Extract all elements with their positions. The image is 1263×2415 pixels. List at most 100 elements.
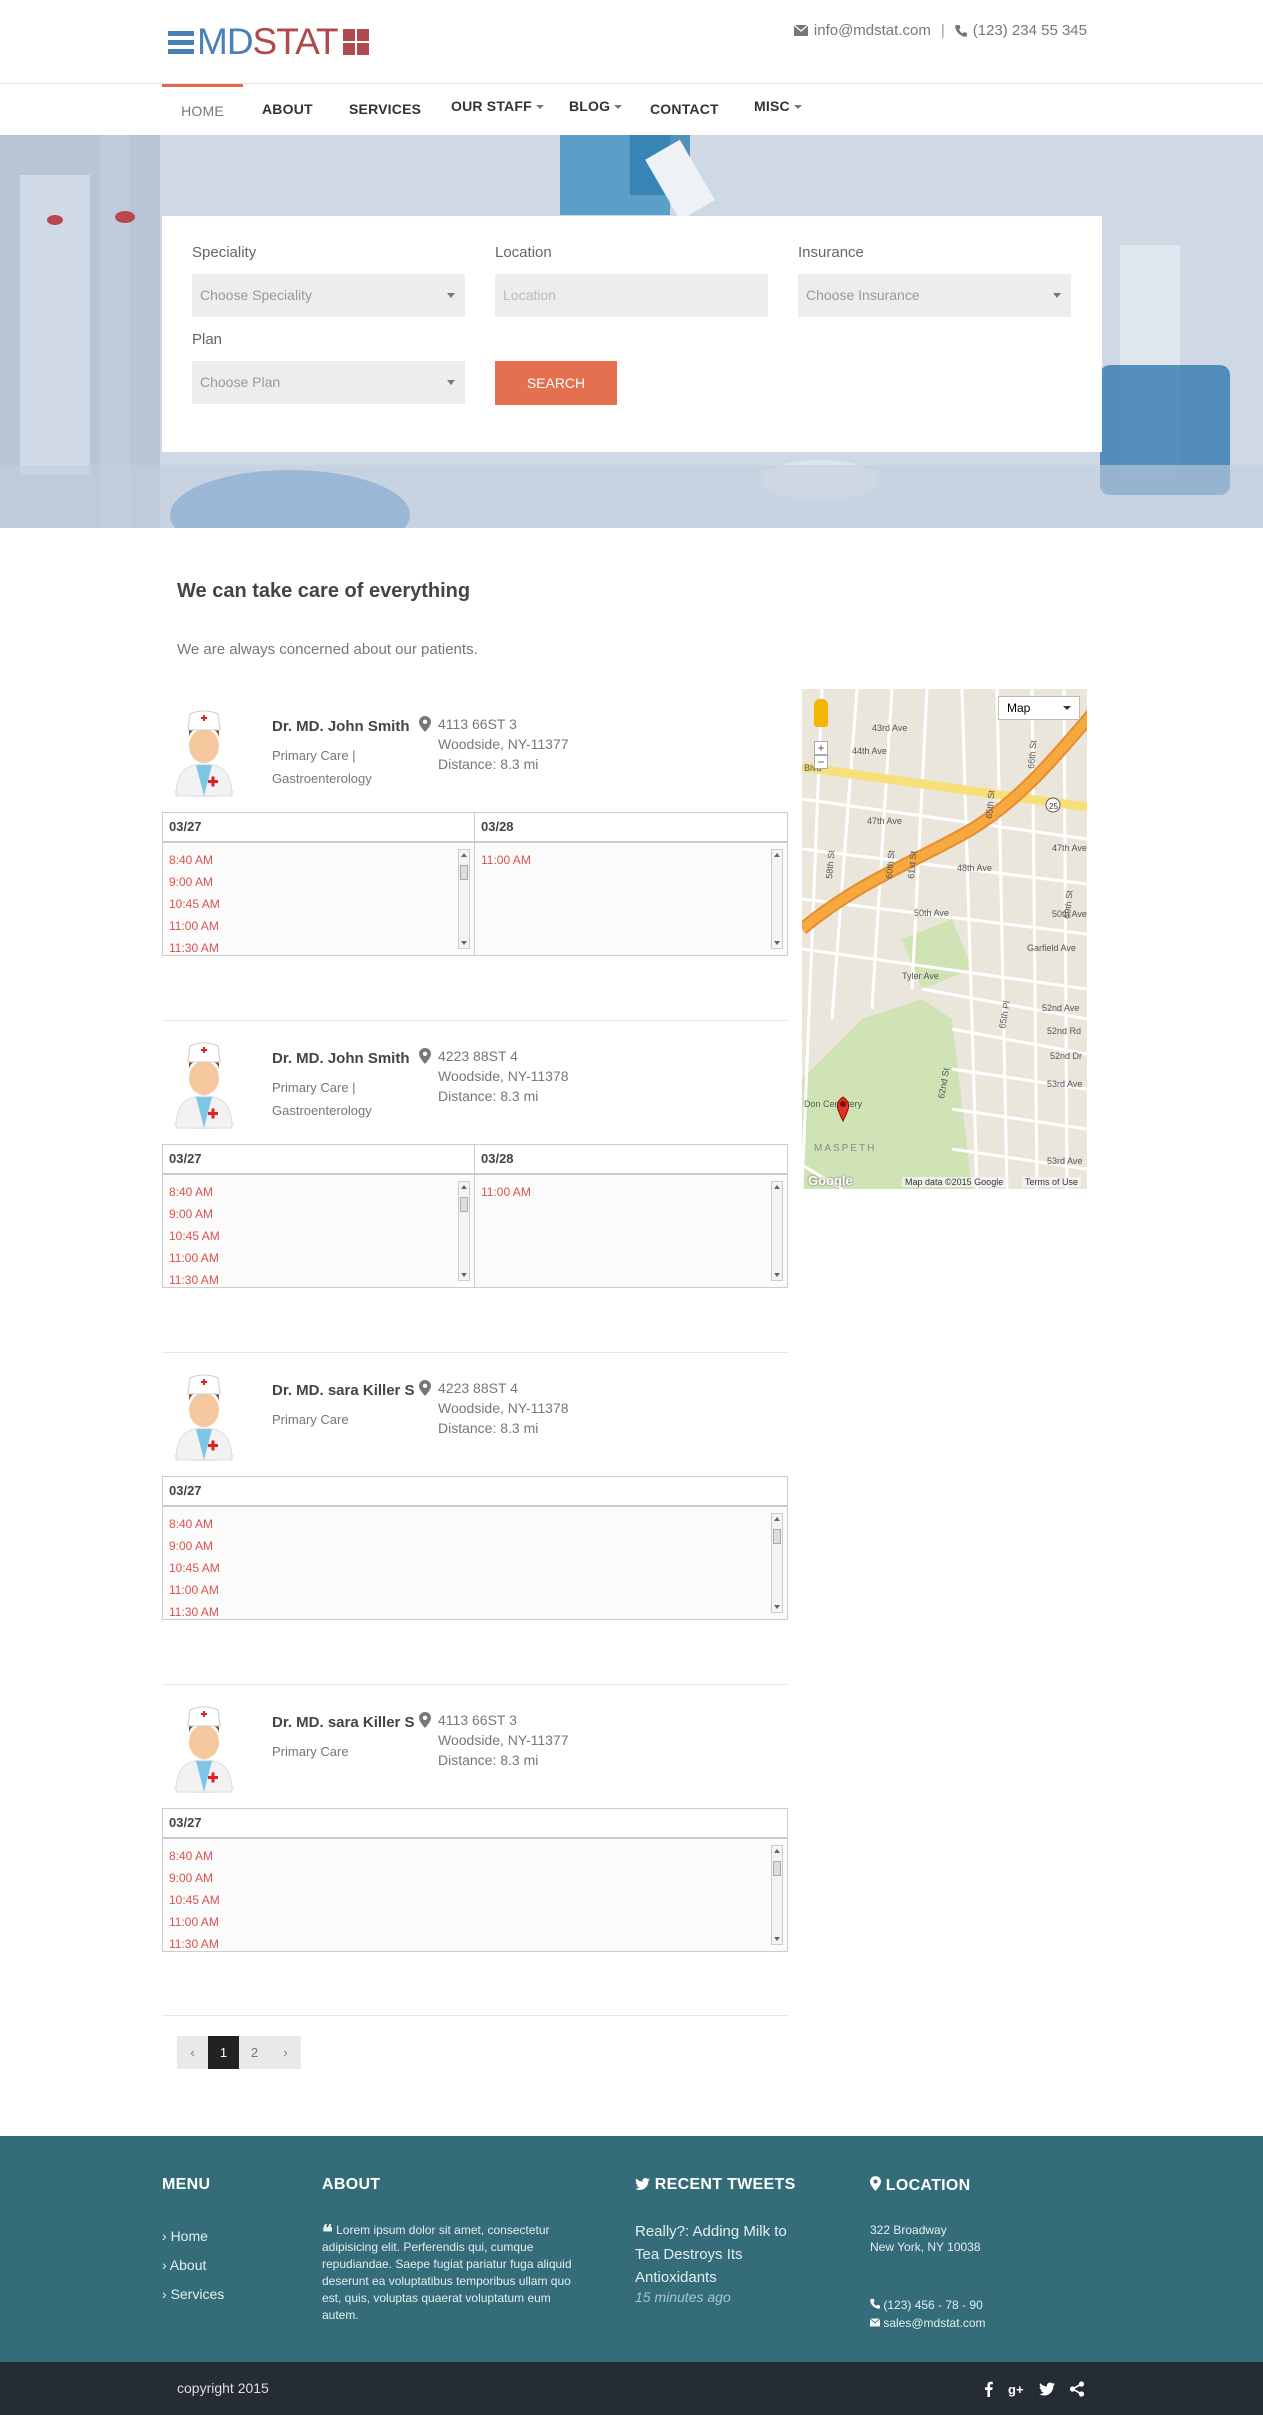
time-slot-list[interactable]: 8:40 AM 9:00 AM 10:45 AM 11:00 AM 11:30 AM: [163, 1839, 787, 1951]
time-slot[interactable]: 10:45 AM: [169, 1225, 468, 1247]
time-slot[interactable]: 11:30 AM: [169, 937, 468, 955]
scroll-up-arrow-icon[interactable]: [774, 1849, 780, 1853]
scrollbar[interactable]: [771, 1181, 783, 1281]
scrollbar[interactable]: [458, 849, 470, 949]
time-slot[interactable]: 9:00 AM: [169, 1867, 781, 1889]
time-slot[interactable]: 11:00 AM: [481, 1181, 781, 1203]
insurance-select[interactable]: Choose Insurance: [798, 274, 1071, 317]
footer-menu-about[interactable]: › About: [162, 2251, 224, 2280]
time-slot[interactable]: 8:40 AM: [169, 1513, 781, 1535]
speciality-select[interactable]: Choose Speciality: [192, 274, 465, 317]
time-slot[interactable]: 11:00 AM: [169, 915, 468, 937]
doctor-specialty: Primary Care: [272, 1408, 392, 1431]
nav-home[interactable]: HOME: [162, 84, 243, 135]
mdstat-logo[interactable]: MD STAT: [168, 23, 369, 60]
tweet-text[interactable]: Really?: Adding Milk to Tea Destroys Its…: [635, 2220, 805, 2289]
facebook-icon[interactable]: [981, 2381, 997, 2397]
time-slot[interactable]: 9:00 AM: [169, 871, 468, 893]
zoom-in-button[interactable]: +: [814, 741, 828, 755]
nav-about[interactable]: ABOUT: [262, 84, 313, 135]
site-footer: MENU › Home › About › Services ABOUT ❝ L…: [0, 2136, 1263, 2362]
time-slot[interactable]: 11:00 AM: [169, 1579, 781, 1601]
time-slot-list[interactable]: 8:40 AM 9:00 AM 10:45 AM 11:00 AM 11:30 AM: [163, 843, 474, 955]
map-terms-link[interactable]: Terms of Use: [1022, 1177, 1082, 1187]
header-phone[interactable]: (123) 234 55 345: [973, 22, 1087, 39]
time-slot[interactable]: 10:45 AM: [169, 1557, 781, 1579]
scroll-up-arrow-icon[interactable]: [774, 1185, 780, 1189]
map-label-43rd: 43rd Ave: [872, 723, 907, 733]
time-slot[interactable]: 11:00 AM: [481, 849, 781, 871]
footer-phone[interactable]: (123) 456 - 78 - 90: [883, 2298, 982, 2312]
pagination-page-1[interactable]: 1: [208, 2036, 239, 2069]
plan-select[interactable]: Choose Plan: [192, 361, 465, 404]
doctor-specialty: Primary Care | Gastroenterology: [272, 744, 392, 790]
time-slot[interactable]: 10:45 AM: [169, 893, 468, 915]
scroll-down-arrow-icon[interactable]: [461, 1273, 467, 1277]
search-button[interactable]: SEARCH: [495, 361, 617, 405]
time-slot[interactable]: 11:30 AM: [169, 1601, 781, 1619]
pagination: ‹ 1 2 ›: [177, 2036, 301, 2069]
doctor-name[interactable]: Dr. MD. sara Killer S: [272, 1382, 415, 1399]
nav-blog[interactable]: BLOG: [569, 81, 623, 132]
scrollbar[interactable]: [771, 1845, 783, 1945]
scrollbar[interactable]: [771, 1513, 783, 1613]
location-map[interactable]: 25 Blvd 44th Ave 43rd Ave 47th Ave 48th …: [802, 689, 1087, 1189]
divider: [162, 1020, 788, 1021]
time-slot[interactable]: 9:00 AM: [169, 1535, 781, 1557]
time-slot[interactable]: 8:40 AM: [169, 1845, 781, 1867]
time-slot[interactable]: 11:30 AM: [169, 1269, 468, 1287]
dropdown-caret-icon: [1063, 706, 1071, 710]
twitter-icon[interactable]: [1039, 2381, 1055, 2397]
doctor-name[interactable]: Dr. MD. John Smith: [272, 718, 410, 735]
time-slot[interactable]: 9:00 AM: [169, 1203, 468, 1225]
nav-services[interactable]: SERVICES: [349, 84, 421, 135]
footer-address: 322 Broadway New York, NY 10038: [870, 2222, 981, 2256]
time-slot[interactable]: 10:45 AM: [169, 1889, 781, 1911]
footer-menu-home[interactable]: › Home: [162, 2222, 224, 2251]
scrollbar[interactable]: [458, 1181, 470, 1281]
nav-contact[interactable]: CONTACT: [650, 84, 719, 135]
scroll-down-arrow-icon[interactable]: [461, 941, 467, 945]
doctor-name[interactable]: Dr. MD. John Smith: [272, 1050, 410, 1067]
scroll-down-arrow-icon[interactable]: [774, 1605, 780, 1609]
scrollbar[interactable]: [771, 849, 783, 949]
scroll-up-arrow-icon[interactable]: [461, 1185, 467, 1189]
time-slot[interactable]: 8:40 AM: [169, 849, 468, 871]
time-slot[interactable]: 11:00 AM: [169, 1247, 468, 1269]
scroll-thumb[interactable]: [773, 1529, 781, 1544]
footer-address-line1: 322 Broadway: [870, 2223, 947, 2237]
pagination-next[interactable]: ›: [270, 2036, 301, 2069]
time-slot-list[interactable]: 11:00 AM: [475, 1175, 787, 1287]
footer-email[interactable]: sales@mdstat.com: [883, 2316, 985, 2330]
scroll-up-arrow-icon[interactable]: [461, 853, 467, 857]
google-plus-icon[interactable]: g+: [1008, 2381, 1024, 2397]
nav-our-staff[interactable]: OUR STAFF: [451, 81, 544, 132]
pagination-prev[interactable]: ‹: [177, 2036, 208, 2069]
time-slot[interactable]: 8:40 AM: [169, 1181, 468, 1203]
scroll-thumb[interactable]: [460, 1197, 468, 1212]
schedule-date: 03/27: [163, 813, 474, 843]
share-icon[interactable]: [1069, 2381, 1085, 2397]
zoom-out-button[interactable]: −: [814, 755, 828, 769]
header-email[interactable]: info@mdstat.com: [814, 22, 931, 39]
nav-misc[interactable]: MISC: [754, 81, 802, 132]
time-slot[interactable]: 11:00 AM: [169, 1911, 781, 1933]
scroll-down-arrow-icon[interactable]: [774, 1937, 780, 1941]
scroll-thumb[interactable]: [460, 865, 468, 880]
scroll-down-arrow-icon[interactable]: [774, 1273, 780, 1277]
footer-menu-services[interactable]: › Services: [162, 2280, 224, 2309]
doctor-name[interactable]: Dr. MD. sara Killer S: [272, 1714, 415, 1731]
location-input[interactable]: Location: [495, 274, 768, 317]
scroll-down-arrow-icon[interactable]: [774, 941, 780, 945]
doctor-avatar-icon: [174, 1374, 234, 1461]
pagination-page-2[interactable]: 2: [239, 2036, 270, 2069]
time-slot-list[interactable]: 8:40 AM 9:00 AM 10:45 AM 11:00 AM 11:30 AM: [163, 1507, 787, 1619]
street-view-pegman-icon[interactable]: [814, 699, 828, 727]
time-slot-list[interactable]: 8:40 AM 9:00 AM 10:45 AM 11:00 AM 11:30 AM: [163, 1175, 474, 1287]
time-slot-list[interactable]: 11:00 AM: [475, 843, 787, 955]
map-type-select[interactable]: Map: [998, 696, 1080, 720]
scroll-up-arrow-icon[interactable]: [774, 853, 780, 857]
time-slot[interactable]: 11:30 AM: [169, 1933, 781, 1951]
scroll-thumb[interactable]: [773, 1861, 781, 1876]
scroll-up-arrow-icon[interactable]: [774, 1517, 780, 1521]
